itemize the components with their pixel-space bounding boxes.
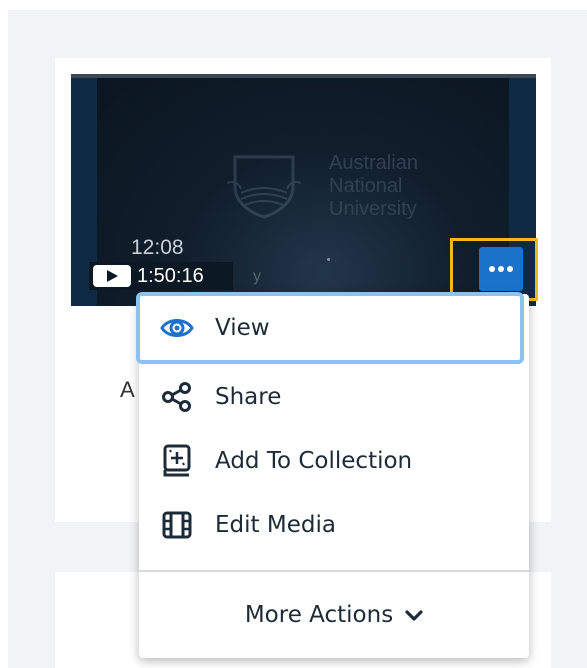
menu-item-add-to-collection[interactable]: Add To Collection bbox=[139, 428, 529, 494]
duration-badge: 1:50:16 bbox=[89, 262, 233, 290]
film-strip-icon bbox=[159, 507, 195, 543]
media-title[interactable]: A bbox=[120, 377, 135, 403]
menu-item-share[interactable]: Share bbox=[139, 364, 529, 430]
more-actions-button[interactable]: More Actions bbox=[139, 572, 529, 658]
university-crest-icon bbox=[227, 155, 301, 219]
collection-add-icon bbox=[159, 443, 195, 479]
play-icon bbox=[93, 265, 131, 287]
wordmark-line-2: National bbox=[329, 175, 403, 197]
share-icon bbox=[159, 379, 195, 415]
more-dots-icon bbox=[489, 266, 513, 272]
wordmark-line-3: University bbox=[329, 198, 417, 220]
more-actions-label: More Actions bbox=[244, 602, 394, 628]
thumbnail-time-overlay: 12:08 bbox=[131, 236, 184, 259]
chevron-down-icon bbox=[405, 609, 423, 621]
university-wordmark: Australian National University bbox=[329, 152, 418, 221]
duration-text: 1:50:16 bbox=[137, 264, 204, 287]
wordmark-line-1: Australian bbox=[329, 152, 418, 174]
menu-item-add-to-collection-label: Add To Collection bbox=[215, 448, 413, 474]
more-options-button[interactable] bbox=[479, 247, 523, 291]
menu-item-share-label: Share bbox=[215, 384, 282, 410]
menu-item-view-label: View bbox=[215, 315, 270, 341]
thumbnail-faint-text: y bbox=[253, 268, 261, 285]
menu-item-edit-media[interactable]: Edit Media bbox=[139, 492, 529, 558]
actions-menu: View Share Add To Collection Edit Media … bbox=[136, 292, 529, 658]
menu-item-view[interactable]: View bbox=[136, 292, 524, 364]
eye-icon bbox=[159, 310, 195, 346]
thumbnail-dot bbox=[327, 258, 330, 261]
menu-item-edit-media-label: Edit Media bbox=[215, 512, 336, 538]
thumbnail-top-edge bbox=[71, 74, 536, 78]
